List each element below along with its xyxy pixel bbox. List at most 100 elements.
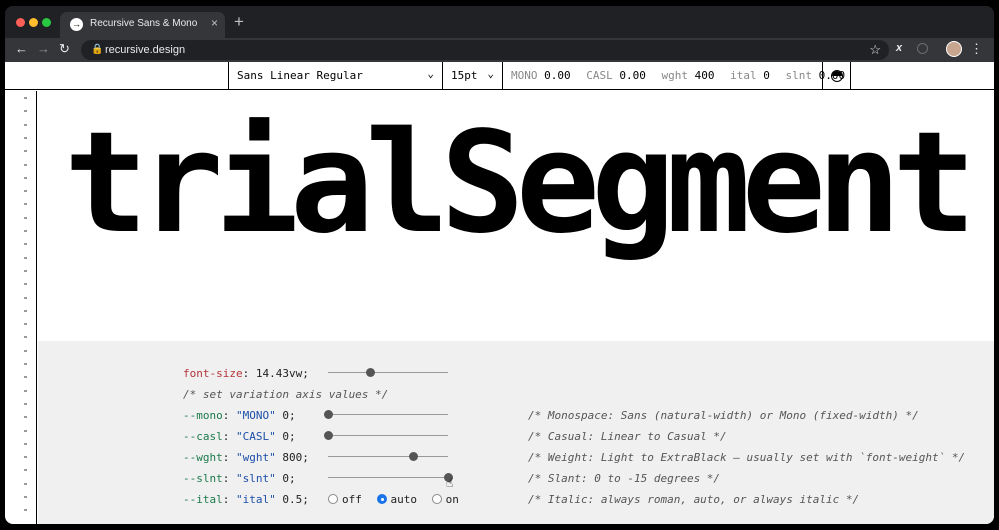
half-circle-icon	[831, 70, 843, 82]
slider-track	[328, 456, 448, 457]
axis-value: 0.00	[619, 69, 646, 82]
ital-line: --ital: "ital" 0.5;	[183, 493, 309, 506]
ruler-tick	[24, 203, 27, 206]
chevron-down-icon: ⌄	[427, 67, 434, 80]
specimen-text[interactable]: trialSegment	[64, 99, 976, 269]
star-icon[interactable]: ☆	[869, 42, 881, 58]
css-property: --mono	[183, 409, 223, 422]
mono-line: --mono: "MONO" 0;	[183, 409, 296, 422]
css-value: 0;	[275, 430, 296, 443]
ruler-tick	[24, 243, 27, 246]
tab-close-icon[interactable]: ×	[211, 16, 218, 30]
font-size-value: 15pt	[451, 69, 478, 82]
radio-label: off	[342, 492, 362, 506]
radio-label: on	[445, 492, 459, 506]
extension-2-icon[interactable]	[917, 43, 928, 54]
font-style-select[interactable]: Sans Linear Regular ⌄	[228, 62, 443, 90]
ruler-tick	[24, 442, 27, 445]
slider-knob[interactable]	[324, 431, 333, 440]
css-property: --wght	[183, 451, 223, 464]
font-size-select[interactable]: 15pt ⌄	[443, 62, 503, 90]
css-string: "MONO"	[236, 409, 276, 422]
ital-radio-group: off auto on	[328, 492, 467, 506]
ruler-tick	[24, 336, 27, 339]
menu-icon[interactable]: ⋮	[970, 41, 983, 57]
ruler-tick	[24, 309, 27, 312]
axis-value: 0	[763, 69, 770, 82]
theme-toggle-button[interactable]	[823, 62, 851, 90]
tab-recursive[interactable]: → Recursive Sans & Mono ×	[60, 12, 225, 38]
slider-knob[interactable]	[366, 368, 375, 377]
new-tab-button[interactable]: +	[234, 13, 244, 31]
ruler-tick	[24, 269, 27, 272]
ruler-tick	[24, 150, 27, 153]
tab-title: Recursive Sans & Mono	[90, 18, 198, 29]
slider-knob[interactable]	[324, 410, 333, 419]
ruler-tick	[24, 97, 27, 99]
css-value: 0;	[275, 472, 296, 485]
font-size-slider[interactable]	[328, 368, 448, 378]
type-controls-bar: Sans Linear Regular ⌄ 15pt ⌄ MONO 0.00 C…	[5, 62, 994, 90]
axis-comment: /* set variation axis values */	[183, 388, 389, 401]
axis-name: slnt	[785, 69, 813, 82]
css-separator: :	[222, 493, 236, 506]
ital-radio-off[interactable]	[328, 494, 338, 504]
casl-comment: /* Casual: Linear to Casual */	[528, 430, 727, 443]
casl-line: --casl: "CASL" 0;	[183, 430, 296, 443]
wght-comment: /* Weight: Light to ExtraBlack – usually…	[528, 451, 966, 464]
ruler-tick	[24, 190, 27, 193]
ruler-tick	[24, 163, 27, 166]
ital-radio-on[interactable]	[431, 494, 442, 504]
css-value: 0.5;	[275, 493, 309, 506]
slnt-comment: /* Slant: 0 to -15 degrees */	[528, 472, 721, 485]
mono-slider[interactable]	[324, 410, 448, 420]
page-content: Sans Linear Regular ⌄ 15pt ⌄ MONO 0.00 C…	[5, 62, 994, 524]
css-string: "ital"	[236, 493, 276, 506]
css-separator: :	[222, 472, 236, 485]
ruler-tick	[24, 429, 27, 432]
address-bar[interactable]: 🔒 recursive.design ☆	[81, 40, 889, 60]
minimize-window-button[interactable]	[29, 18, 38, 27]
extension-icon[interactable]: x	[896, 42, 902, 54]
avatar[interactable]	[946, 41, 962, 57]
browser-toolbar: ← → ↻ 🔒 recursive.design ☆ x ⋮	[5, 38, 994, 62]
ruler-tick	[24, 416, 27, 419]
ruler-tick	[24, 349, 27, 352]
chevron-down-icon: ⌄	[487, 67, 494, 80]
css-property: --ital	[183, 493, 223, 506]
reload-icon[interactable]: ↻	[59, 41, 70, 57]
browser-window: → Recursive Sans & Mono × + ← → ↻ 🔒 recu…	[5, 6, 994, 524]
ruler-tick	[24, 110, 27, 113]
forward-icon[interactable]: →	[37, 41, 50, 56]
mono-comment: /* Monospace: Sans (natural-width) or Mo…	[528, 409, 919, 422]
css-string: "wght"	[236, 451, 276, 464]
slider-track	[328, 414, 448, 415]
maximize-window-button[interactable]	[42, 18, 51, 27]
close-window-button[interactable]	[16, 18, 25, 27]
css-separator: :	[242, 367, 256, 380]
slider-knob[interactable]	[409, 452, 419, 461]
ital-radio-auto[interactable]	[376, 494, 387, 504]
axis-value: 400	[694, 69, 715, 82]
ital-comment: /* Italic: always roman, auto, or always…	[528, 493, 860, 506]
wght-slider[interactable]	[328, 452, 448, 462]
css-property: --casl	[183, 430, 223, 443]
url-text[interactable]: recursive.design	[105, 44, 185, 56]
ruler-tick	[24, 469, 27, 472]
wght-line: --wght: "wght" 800;	[183, 451, 309, 464]
css-separator: :	[222, 451, 236, 464]
type-specimen: trialSegment	[38, 91, 994, 341]
slnt-line: --slnt: "slnt" 0;	[183, 472, 296, 485]
slider-track	[328, 435, 448, 436]
slider-track	[328, 372, 448, 373]
axis-readout: MONO 0.00 CASL 0.00 wght 400 ital 0 slnt…	[503, 62, 845, 90]
casl-slider[interactable]	[324, 431, 448, 441]
css-separator: :	[222, 430, 236, 443]
tab-strip: → Recursive Sans & Mono × +	[5, 6, 994, 38]
css-property: font-size	[183, 367, 243, 380]
back-icon[interactable]: ←	[15, 41, 28, 56]
radio-label: auto	[390, 492, 418, 506]
slnt-slider[interactable]	[328, 473, 453, 483]
ruler-tick	[24, 509, 27, 512]
ruler-tick	[24, 402, 27, 405]
